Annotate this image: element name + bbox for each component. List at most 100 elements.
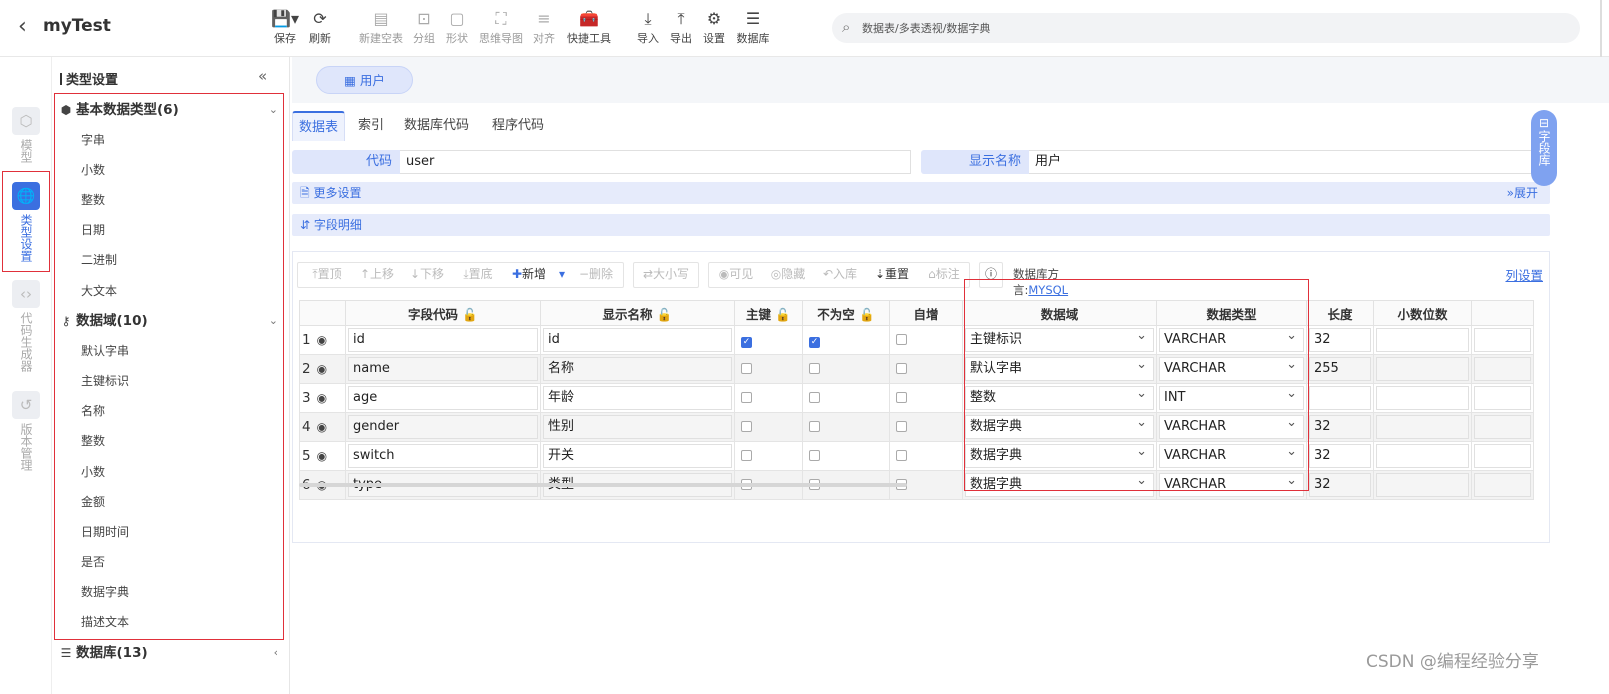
extra-input[interactable]: [1474, 444, 1531, 468]
scale-input[interactable]: [1376, 444, 1469, 468]
top-button[interactable]: ⤒置顶: [303, 262, 351, 288]
display-name-input[interactable]: 开关: [543, 444, 732, 468]
data-domain-select[interactable]: 数据字典: [965, 441, 1154, 468]
tab-program-code[interactable]: 程序代码: [486, 111, 550, 141]
data-type-select[interactable]: INT: [1159, 383, 1304, 410]
scale-input[interactable]: [1376, 328, 1469, 352]
primary-key-checkbox[interactable]: [741, 449, 752, 461]
eye-icon[interactable]: ◉: [317, 449, 327, 463]
not-null-checkbox[interactable]: [809, 391, 820, 403]
unlock-icon[interactable]: 🔓: [859, 307, 875, 322]
list-item[interactable]: 默认字串: [81, 341, 129, 361]
scale-input[interactable]: [1376, 386, 1469, 410]
extra-input[interactable]: [1474, 328, 1531, 352]
auto-increment-checkbox[interactable]: [896, 420, 907, 432]
data-type-select[interactable]: VARCHAR: [1159, 325, 1304, 352]
expand-button[interactable]: »展开: [1507, 182, 1538, 204]
group-data-domains[interactable]: ⚷ 数据域(10) ⌄: [56, 309, 284, 333]
data-domain-select[interactable]: 主键标识: [965, 325, 1154, 352]
rail-item-codegen[interactable]: ‹› 代码生成器: [10, 280, 42, 372]
list-item[interactable]: 小数: [81, 160, 105, 180]
primary-key-checkbox[interactable]: [741, 420, 752, 432]
list-item[interactable]: 日期: [81, 220, 105, 240]
eye-icon[interactable]: ◉: [317, 362, 327, 376]
not-null-checkbox[interactable]: [809, 420, 820, 432]
quick-tools-button[interactable]: 🧰 快捷工具: [566, 8, 612, 46]
header-length[interactable]: 长度: [1306, 300, 1374, 326]
list-item[interactable]: 金额: [81, 492, 105, 512]
field-code-input[interactable]: name: [348, 357, 538, 381]
mindmap-button[interactable]: ⛶ 思维导图: [478, 8, 524, 46]
tab-index[interactable]: 索引: [352, 111, 390, 141]
reset-button[interactable]: ⇣重置: [867, 262, 917, 288]
data-type-select[interactable]: VARCHAR: [1159, 412, 1304, 439]
info-button[interactable]: ⓘ: [979, 262, 1003, 288]
settings-button[interactable]: ⚙ 设置: [692, 8, 736, 46]
to-library-button[interactable]: ↶入库: [815, 262, 865, 288]
add-dropdown-button[interactable]: ▾: [555, 262, 569, 288]
rail-item-type-settings[interactable]: 🌐 类型设置: [10, 182, 42, 262]
bottom-button[interactable]: ⤓置底: [453, 262, 503, 288]
unlock-icon[interactable]: 🔓: [775, 307, 791, 322]
collapse-panel-icon[interactable]: «: [258, 67, 267, 85]
header-auto-increment[interactable]: 自增: [889, 300, 963, 326]
display-name-input[interactable]: 用户: [1029, 150, 1539, 174]
entity-tab[interactable]: ▦ 用户: [316, 66, 413, 94]
unlock-icon[interactable]: 🔓: [462, 307, 478, 322]
tab-table[interactable]: 数据表: [292, 111, 346, 141]
extra-input[interactable]: [1474, 357, 1531, 381]
length-input[interactable]: 32: [1309, 415, 1371, 439]
not-null-checkbox[interactable]: [809, 449, 820, 461]
field-code-input[interactable]: id: [348, 328, 538, 352]
eye-icon[interactable]: ◉: [317, 391, 327, 405]
extra-input[interactable]: [1474, 386, 1531, 410]
mark-button[interactable]: ⌂标注: [919, 262, 969, 288]
column-settings-link[interactable]: 列设置: [1505, 265, 1543, 284]
length-input[interactable]: 32: [1309, 444, 1371, 468]
data-type-select[interactable]: VARCHAR: [1159, 441, 1304, 468]
header-display-name[interactable]: 显示名称 🔓: [540, 300, 735, 326]
list-item[interactable]: 大文本: [81, 281, 117, 301]
search-input[interactable]: [862, 19, 1562, 37]
eye-icon[interactable]: ◉: [317, 333, 327, 347]
group-databases[interactable]: ☰ 数据库(13) ‹: [56, 641, 284, 665]
data-type-select[interactable]: VARCHAR: [1159, 354, 1304, 381]
data-domain-select[interactable]: 整数: [965, 383, 1154, 410]
shape-button[interactable]: ▢ 形状: [435, 8, 479, 46]
length-input[interactable]: 32: [1309, 328, 1371, 352]
data-domain-select[interactable]: 默认字串: [965, 354, 1154, 381]
add-button[interactable]: ✚新增: [505, 262, 553, 288]
horizontal-scrollbar[interactable]: [299, 483, 907, 487]
header-field-code[interactable]: 字段代码 🔓: [345, 300, 541, 326]
tab-db-code[interactable]: 数据库代码: [398, 111, 475, 141]
length-input[interactable]: 255: [1309, 357, 1371, 381]
more-settings-bar[interactable]: 🗎 更多设置 »展开: [292, 182, 1550, 204]
group-basic-types[interactable]: ⬢ 基本数据类型(6) ⌄: [56, 98, 284, 122]
auto-increment-checkbox[interactable]: [896, 333, 907, 345]
list-item[interactable]: 名称: [81, 401, 105, 421]
field-code-input[interactable]: gender: [348, 415, 538, 439]
delete-button[interactable]: −删除: [571, 262, 621, 288]
field-code-input[interactable]: age: [348, 386, 538, 410]
length-input[interactable]: [1309, 386, 1371, 410]
list-item[interactable]: 日期时间: [81, 522, 129, 542]
primary-key-checkbox[interactable]: [741, 362, 752, 374]
not-null-checkbox[interactable]: [809, 362, 820, 374]
data-type-select[interactable]: VARCHAR: [1159, 470, 1304, 497]
not-null-checkbox[interactable]: ✓: [809, 337, 820, 348]
scale-input[interactable]: [1376, 473, 1469, 497]
display-name-input[interactable]: 性别: [543, 415, 732, 439]
header-primary-key[interactable]: 主键 🔓: [734, 300, 803, 326]
case-button[interactable]: ⇄大小写: [635, 262, 697, 288]
move-up-button[interactable]: ↑上移: [353, 262, 401, 288]
list-item[interactable]: 数据字典: [81, 582, 129, 602]
refresh-button[interactable]: ⟳ 刷新: [298, 8, 342, 46]
list-item[interactable]: 二进制: [81, 250, 117, 270]
align-button[interactable]: ≡ 对齐: [522, 8, 566, 46]
new-table-button[interactable]: ▤ 新建空表: [358, 8, 404, 46]
rail-item-model[interactable]: ⬡ 模型: [10, 107, 42, 163]
code-input[interactable]: user: [400, 150, 911, 174]
auto-increment-checkbox[interactable]: [896, 362, 907, 374]
move-down-button[interactable]: ↓下移: [403, 262, 451, 288]
display-name-input[interactable]: 年龄: [543, 386, 732, 410]
